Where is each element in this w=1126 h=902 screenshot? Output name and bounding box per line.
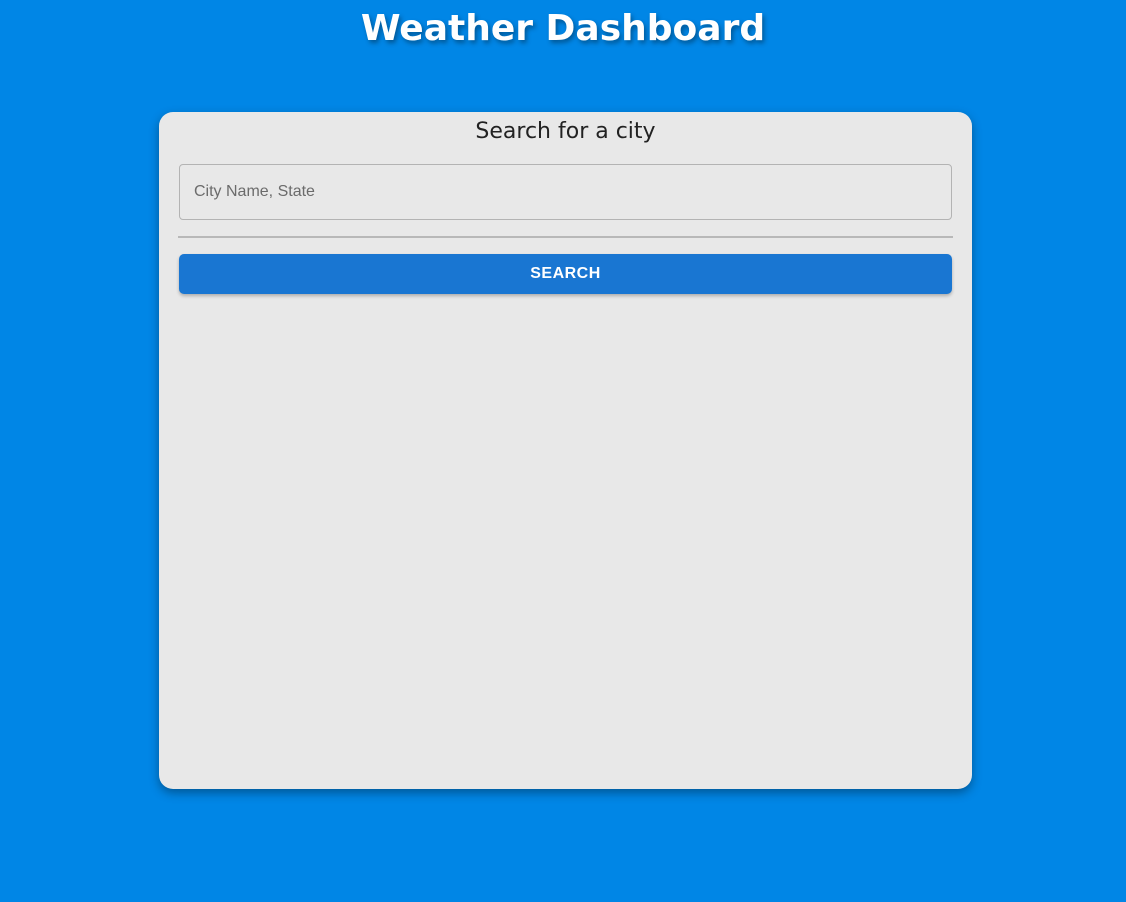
page-title: Weather Dashboard bbox=[360, 8, 766, 49]
divider bbox=[178, 236, 953, 238]
city-search-input[interactable] bbox=[179, 164, 952, 220]
search-card: Search for a city SEARCH bbox=[159, 112, 972, 789]
search-button[interactable]: SEARCH bbox=[179, 254, 952, 294]
search-card-heading: Search for a city bbox=[475, 119, 656, 144]
